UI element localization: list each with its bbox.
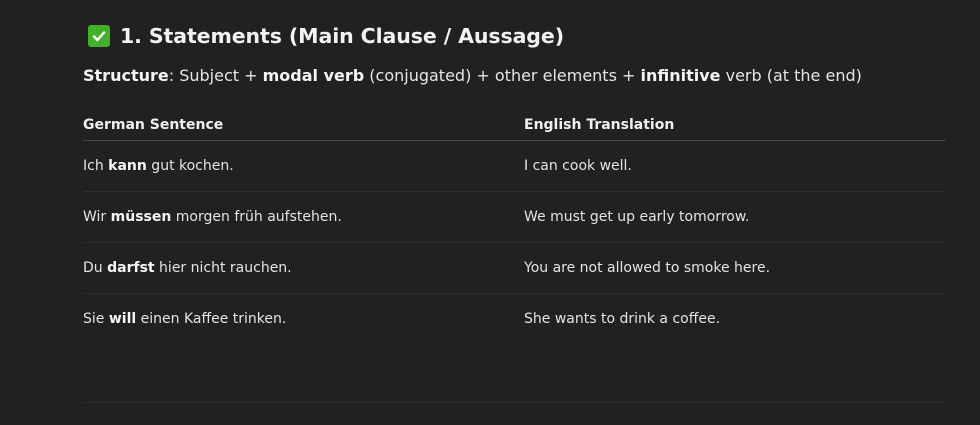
english-translation-cell: You are not allowed to smoke here. [524,260,771,276]
table-header-row: German Sentence English Translation [83,110,946,141]
german-sentence-cell: Wir müssen morgen früh aufstehen. [83,209,524,225]
table-row: Wir müssen morgen früh aufstehen. We mus… [83,192,946,243]
german-text: Du [83,260,108,276]
check-icon-glyph [92,31,106,42]
structure-term-modal-verb: modal verb [262,66,365,85]
german-text: Wir [83,209,111,225]
english-translation-cell: We must get up early tomorrow. [524,209,750,225]
column-header-german: German Sentence [83,117,224,133]
white-check-mark-icon [88,25,110,47]
table-row: Sie will einen Kaffee trinken. She wants… [83,294,946,344]
german-text: Sie [83,311,109,327]
section-divider [83,402,946,403]
section-heading-text: 1. Statements (Main Clause / Aussage) [120,24,564,48]
modal-verb: darfst [107,260,155,276]
english-translation-cell: I can cook well. [524,158,632,174]
structure-label: Structure [83,66,169,85]
structure-part: : Subject + [168,66,263,85]
table-row: Du darfst hier nicht rauchen. You are no… [83,243,946,294]
german-text: morgen früh aufstehen. [171,209,342,225]
structure-description: Structure: Subject + modal verb (conjuga… [83,66,862,85]
section-heading: 1. Statements (Main Clause / Aussage) [88,24,564,48]
column-header-english: English Translation [524,117,675,133]
sentence-table: German Sentence English Translation Ich … [83,110,946,344]
german-text: gut kochen. [146,158,234,174]
german-sentence-cell: Du darfst hier nicht rauchen. [83,260,524,276]
structure-part: (conjugated) + other elements + [364,66,641,85]
structure-term-infinitive: infinitive [640,66,721,85]
modal-verb: will [108,311,137,327]
german-sentence-cell: Sie will einen Kaffee trinken. [83,311,524,327]
german-text: einen Kaffee trinken. [136,311,287,327]
table-row: Ich kann gut kochen. I can cook well. [83,141,946,192]
english-translation-cell: She wants to drink a coffee. [524,311,721,327]
structure-part: verb (at the end) [720,66,862,85]
modal-verb: kann [108,158,147,174]
german-sentence-cell: Ich kann gut kochen. [83,158,524,174]
german-text: hier nicht rauchen. [154,260,292,276]
modal-verb: müssen [110,209,172,225]
german-text: Ich [83,158,109,174]
